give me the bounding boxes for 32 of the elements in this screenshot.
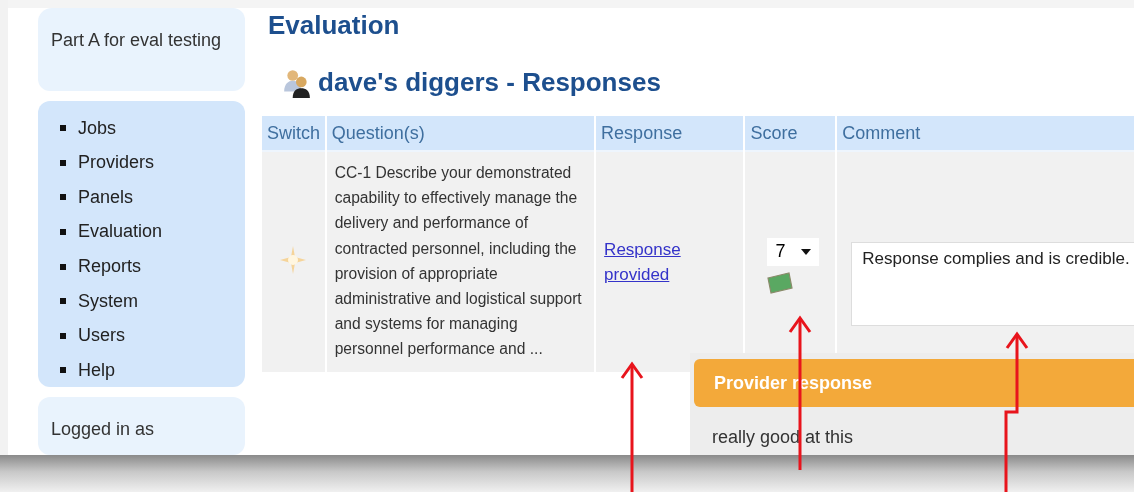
bullet-icon [60,159,66,166]
section-title: dave's diggers - Responses [318,67,661,98]
page-title: Evaluation [268,10,401,41]
column-header: Comment [837,116,1134,152]
response-link[interactable]: Response provided [604,236,685,287]
nav-link[interactable]: Users [78,325,125,347]
question-text: CC-1 Describe your demonstrated capability to effectively manage the delivery and performance of contracted personnel, including the provision of appropriate administrative and logistical support and systems for managing personnel performance and ... [334,163,583,360]
bullet-icon [60,125,66,132]
nav-link[interactable]: Evaluation [78,221,163,243]
column-header: Score [745,116,836,152]
bullet-icon [60,263,66,270]
nav-link[interactable]: Panels [78,186,134,208]
nav-link[interactable]: Providers [78,152,155,174]
bullet-icon [60,332,66,339]
chalkboard-icon[interactable] [767,271,794,294]
site-title: Part A for eval testing [51,30,222,50]
column-header: Switch [262,116,325,152]
column-header: Question(s) [326,116,595,152]
nav-link[interactable]: Reports [78,256,142,278]
nav-link[interactable]: Help [78,359,116,381]
bullet-icon [60,194,66,201]
comment-field[interactable]: Response complies and is credible. [851,242,1134,326]
users-icon [282,67,312,98]
bullet-icon [60,298,66,305]
nav-link[interactable]: System [78,290,138,312]
column-header: Response [596,116,744,152]
bullet-icon [60,367,66,374]
login-status: Logged in as [51,418,155,439]
bullet-icon [60,228,66,235]
caret-icon [801,248,812,255]
nav-link[interactable]: Jobs [78,117,117,139]
score-dropdown[interactable]: 7 [767,237,820,266]
